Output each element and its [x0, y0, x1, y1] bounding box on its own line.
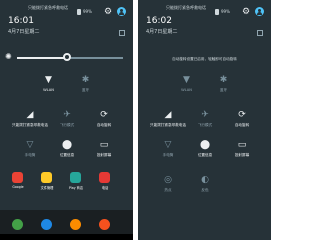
tile-icon[interactable]: ◐ — [193, 175, 217, 185]
tile-label[interactable]: 投射屏幕 — [80, 153, 128, 158]
tile-icon[interactable]: ⬤ — [55, 140, 79, 150]
clock-time: 16:01 — [8, 16, 34, 26]
app-icon[interactable] — [70, 172, 81, 183]
tile-icon[interactable]: ✈ — [193, 110, 217, 120]
tile-icon[interactable]: ◎ — [156, 175, 180, 185]
app-label[interactable]: Play 商店 — [66, 185, 86, 190]
date-text[interactable]: 4月7日星期二 — [146, 28, 177, 35]
tile-icon[interactable]: ◢ — [156, 110, 180, 120]
app-icon[interactable] — [99, 172, 110, 183]
gear-icon[interactable]: ⚙ — [104, 8, 112, 17]
tile-icon[interactable]: ▼ — [37, 75, 61, 85]
tile-icon[interactable]: ⬤ — [193, 140, 217, 150]
tile-label[interactable]: 蓝牙 — [62, 88, 110, 93]
battery-icon — [77, 9, 81, 15]
tile-label[interactable]: 蓝牙 — [200, 88, 248, 93]
tile-icon[interactable]: ⟳ — [230, 110, 254, 120]
tile-icon[interactable]: ▽ — [18, 140, 42, 150]
tile-label[interactable]: 反色 — [181, 188, 229, 193]
tile-icon[interactable]: ✱ — [212, 75, 236, 85]
tile-label[interactable]: 投射屏幕 — [218, 153, 266, 158]
app-label[interactable]: Google — [8, 185, 28, 189]
expand-icon[interactable] — [119, 30, 125, 36]
app-label[interactable]: 文件管理 — [37, 185, 57, 190]
tile-icon[interactable]: ▭ — [92, 140, 116, 150]
gear-icon[interactable]: ⚙ — [242, 8, 250, 17]
app-icon[interactable] — [41, 172, 52, 183]
dock-app-icon[interactable] — [70, 219, 81, 230]
tile-icon[interactable]: ▼ — [175, 75, 199, 85]
clock-time: 16:02 — [146, 16, 172, 26]
sun-icon: ✺ — [5, 52, 12, 61]
rotation-notice[interactable]: 自动旋转设置已启用，轻触即可自动旋转 — [138, 57, 271, 62]
dock-app-icon[interactable] — [99, 219, 110, 230]
expand-icon[interactable] — [257, 30, 263, 36]
user-icon[interactable] — [255, 7, 264, 16]
brightness-fill — [17, 57, 67, 59]
battery-percent: 99% — [221, 9, 230, 14]
status-text: 只能拨打紧急呼救电话 — [166, 5, 206, 10]
battery-percent: 99% — [83, 9, 92, 14]
tile-icon[interactable]: ◢ — [18, 110, 42, 120]
tile-icon[interactable]: ⟳ — [92, 110, 116, 120]
right-screenshot: 只能拨打紧急呼救电话 99% 16:02 4月7日星期二 ⚙ 自动旋转设置已启用… — [138, 0, 271, 240]
quick-settings-shade — [138, 0, 271, 240]
user-icon[interactable] — [117, 7, 126, 16]
tile-icon[interactable]: ✈ — [55, 110, 79, 120]
date-text[interactable]: 4月7日星期二 — [8, 28, 39, 35]
status-text: 只能拨打紧急呼救电话 — [28, 5, 68, 10]
nav-bar — [0, 234, 133, 240]
tile-icon[interactable]: ▽ — [156, 140, 180, 150]
app-icon[interactable] — [12, 172, 23, 183]
battery-icon — [215, 9, 219, 15]
brightness-thumb[interactable] — [62, 53, 71, 61]
dock-app-icon[interactable] — [41, 219, 52, 230]
tile-label[interactable]: 自动旋转 — [80, 123, 128, 128]
tile-icon[interactable]: ✱ — [74, 75, 98, 85]
tile-label[interactable]: 自动旋转 — [218, 123, 266, 128]
brightness-slider[interactable] — [17, 53, 123, 61]
tile-icon[interactable]: ▭ — [230, 140, 254, 150]
left-screenshot: 只能拨打紧急呼救电话 99% 16:01 4月7日星期二 ⚙ ✺ ▼ WLAN ✱ 蓝… — [0, 0, 133, 240]
dock-app-icon[interactable] — [12, 219, 23, 230]
app-label[interactable]: 电话 — [95, 185, 115, 190]
